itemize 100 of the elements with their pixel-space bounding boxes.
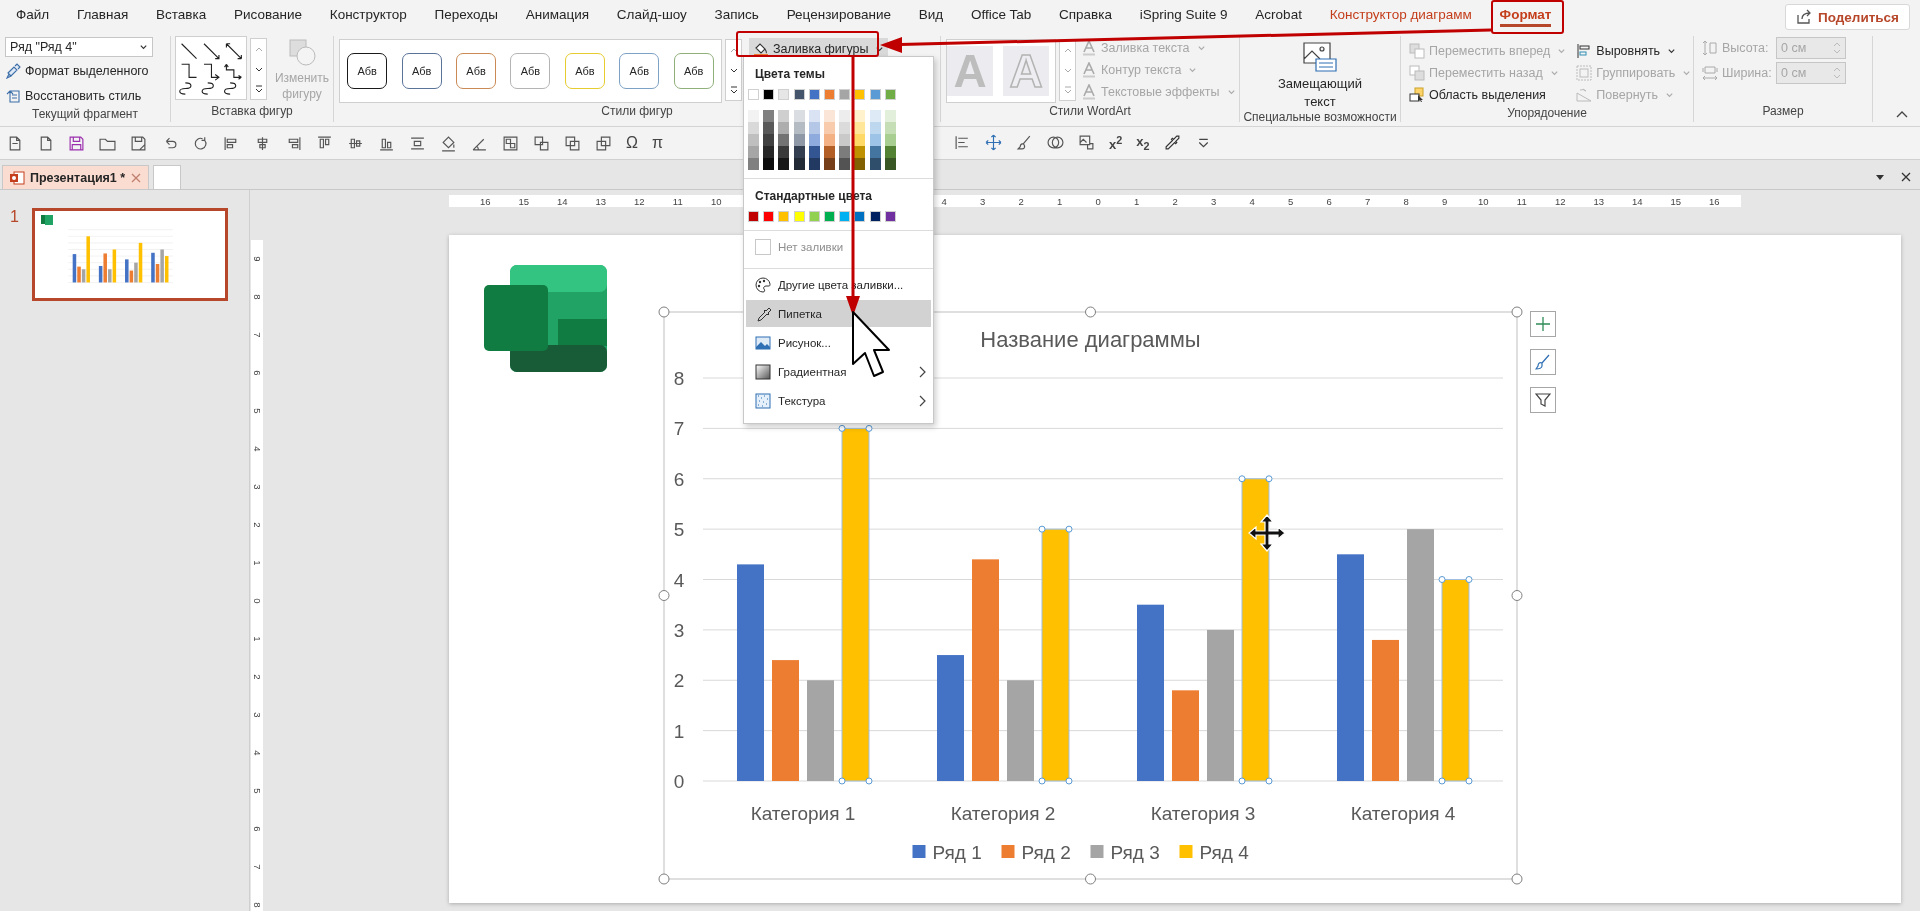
menu-item[interactable]: Градиентная bbox=[746, 358, 931, 385]
ribbon-tab[interactable]: Анимация bbox=[511, 0, 603, 34]
ruler-label: 3 bbox=[1210, 195, 1218, 207]
ribbon-tab[interactable]: Главная bbox=[63, 0, 143, 34]
format-selection-button[interactable]: Формат выделенного bbox=[5, 60, 165, 82]
ruler-label: 5 bbox=[251, 407, 264, 416]
menu-item[interactable]: Рисунок... bbox=[746, 329, 931, 356]
ruler-label: 7 bbox=[251, 331, 264, 340]
ruler-label: 1 bbox=[1056, 195, 1064, 207]
ribbon-tab[interactable]: Запись bbox=[700, 0, 773, 34]
ruler-label: 16 bbox=[478, 195, 492, 207]
shape-style-sample[interactable]: Абв bbox=[456, 53, 497, 89]
ribbon-tab[interactable]: Конструктор диаграмм bbox=[1315, 0, 1486, 34]
ruler-label: 5 bbox=[1287, 195, 1295, 207]
axis-label: 3 bbox=[673, 619, 685, 641]
ruler-label: 8 bbox=[251, 293, 264, 302]
ruler-label: 15 bbox=[517, 195, 531, 207]
ruler-label: 6 bbox=[1325, 195, 1333, 207]
ribbon-tab[interactable]: Формат bbox=[1485, 0, 1566, 34]
ribbon-tab[interactable]: Вид bbox=[904, 0, 958, 34]
axis-label: 6 bbox=[673, 468, 685, 490]
document-tab[interactable]: Презентация1 * bbox=[2, 165, 150, 189]
ribbon-tab[interactable]: Справка bbox=[1045, 0, 1126, 34]
symbol-button[interactable]: Ω bbox=[626, 134, 638, 152]
axis-label: 4 bbox=[673, 569, 685, 591]
script-button[interactable]: x$_{2}$ bbox=[1136, 134, 1150, 152]
ruler-label: 9 bbox=[1441, 195, 1449, 207]
script-button[interactable]: x$^{2}$ bbox=[1109, 133, 1123, 153]
ruler-label: 3 bbox=[251, 711, 264, 720]
ruler-label: 1 bbox=[1133, 195, 1141, 207]
ruler-label: 11 bbox=[671, 195, 684, 207]
symbol-button[interactable]: π bbox=[651, 134, 663, 152]
arrange-button[interactable]: Выровнять bbox=[1576, 40, 1692, 62]
group-label: Текущий фрагмент bbox=[32, 107, 138, 122]
ribbon-tab[interactable]: Файл bbox=[2, 0, 63, 34]
ribbon-tab[interactable]: iSpring Suite 9 bbox=[1125, 0, 1242, 34]
ribbon-tab[interactable]: Office Tab bbox=[957, 0, 1046, 34]
ruler-label: 14 bbox=[555, 195, 569, 207]
group-label: Вставка фигур bbox=[211, 104, 293, 120]
ruler-label: 11 bbox=[1515, 195, 1528, 207]
axis-label: 2 bbox=[673, 670, 685, 692]
ruler-label: 16 bbox=[1707, 195, 1721, 207]
ruler-label: 4 bbox=[251, 749, 264, 758]
shape-style-sample[interactable]: Абв bbox=[401, 53, 442, 89]
ruler-label: 1 bbox=[251, 635, 264, 644]
ruler-label: 0 bbox=[251, 597, 264, 606]
share-button[interactable]: Поделиться bbox=[1784, 4, 1910, 30]
ruler-label: 2 bbox=[251, 673, 264, 682]
ruler-label: 13 bbox=[1592, 195, 1606, 207]
shape-style-sample[interactable]: Абв bbox=[673, 53, 714, 89]
ribbon-tab[interactable]: Слайд-шоу bbox=[602, 0, 701, 34]
slide-number: 1 bbox=[10, 208, 20, 226]
shape-style-sample[interactable]: Абв bbox=[347, 53, 388, 89]
size-label: Высота: bbox=[1722, 41, 1770, 55]
menu-item[interactable]: Пипетка bbox=[746, 300, 931, 327]
axis-label: 7 bbox=[673, 418, 685, 440]
shape-style-sample[interactable]: Абв bbox=[510, 53, 551, 89]
menu-item[interactable]: Текстура bbox=[746, 387, 931, 414]
ribbon-tab[interactable]: Рисование bbox=[220, 0, 316, 34]
legend-label: Ряд 2 bbox=[1021, 842, 1071, 863]
ruler-label: 8 bbox=[251, 901, 264, 910]
ruler-label: 0 bbox=[1094, 195, 1102, 207]
ruler-label: 4 bbox=[1248, 195, 1256, 207]
ruler-label: 6 bbox=[251, 369, 264, 378]
ruler-label: 13 bbox=[594, 195, 608, 207]
axis-label: 0 bbox=[673, 771, 685, 792]
arrange-button[interactable]: Область выделения bbox=[1409, 84, 1567, 106]
axis-label: 1 bbox=[673, 720, 685, 742]
ruler-label: 6 bbox=[251, 825, 264, 834]
series-selector[interactable]: Ряд "Ряд 4" bbox=[5, 37, 153, 57]
ruler-label: 7 bbox=[251, 863, 264, 872]
ruler-label: 3 bbox=[251, 483, 264, 492]
ruler-label: 8 bbox=[1402, 195, 1410, 207]
ruler-label: 9 bbox=[251, 255, 264, 264]
ribbon-tab[interactable]: Конструктор bbox=[315, 0, 421, 34]
group-label: Стили WordArt bbox=[1049, 104, 1131, 120]
category-label: Категория 4 bbox=[1350, 803, 1456, 824]
ruler-label: 2 bbox=[1017, 195, 1025, 207]
group-label: Специальные возможности bbox=[1243, 110, 1397, 125]
reset-style-button[interactable]: Восстановить стиль bbox=[5, 85, 165, 107]
legend-label: Ряд 3 bbox=[1110, 842, 1160, 863]
ruler-label: 10 bbox=[1476, 195, 1490, 207]
axis-label: 8 bbox=[673, 368, 685, 389]
size-label: Ширина: bbox=[1722, 66, 1772, 80]
group-label: Размер bbox=[1762, 104, 1804, 120]
category-label: Категория 2 bbox=[950, 803, 1056, 824]
shape-style-sample[interactable]: Абв bbox=[564, 53, 605, 89]
ribbon-tab[interactable]: Переходы bbox=[420, 0, 512, 34]
ruler-label: 4 bbox=[940, 195, 948, 207]
ruler-label: 7 bbox=[1364, 195, 1372, 207]
ruler-label: 1 bbox=[251, 559, 264, 568]
axis-label: 5 bbox=[673, 519, 685, 541]
ribbon-tab[interactable]: Acrobat bbox=[1241, 0, 1316, 34]
legend-label: Ряд 1 bbox=[932, 842, 982, 863]
shape-style-sample[interactable]: Абв bbox=[619, 53, 660, 89]
alt-text-button[interactable]: Замещающий текст bbox=[1270, 41, 1370, 111]
ruler-label: 3 bbox=[979, 195, 987, 207]
ruler-label: 12 bbox=[632, 195, 646, 207]
ribbon-tab[interactable]: Вставка bbox=[142, 0, 221, 34]
ribbon-tab[interactable]: Рецензирование bbox=[772, 0, 905, 34]
